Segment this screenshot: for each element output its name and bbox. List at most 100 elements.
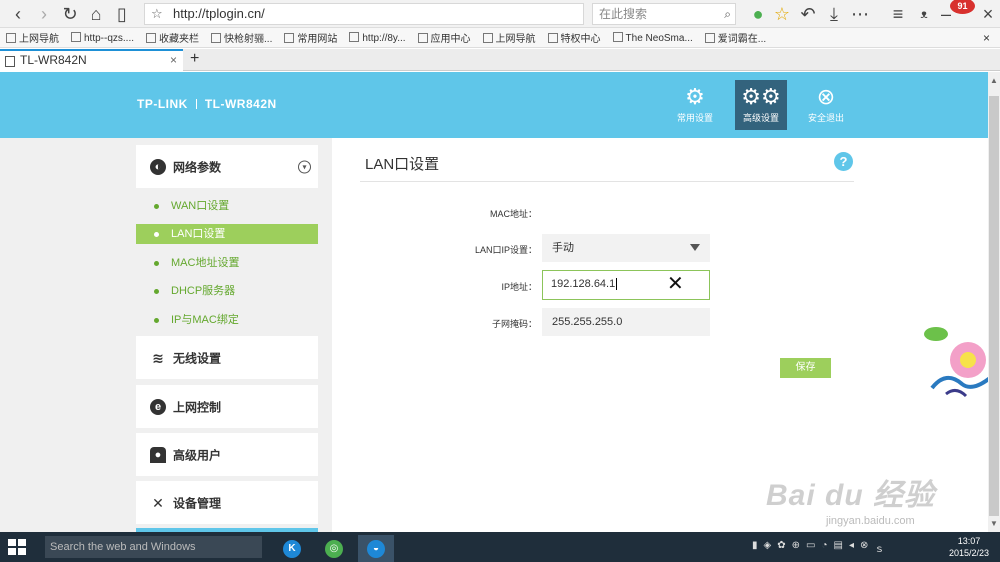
close-tab-icon[interactable]: × xyxy=(170,51,177,70)
url-text: http://tplogin.cn/ xyxy=(173,6,265,21)
chat-icon[interactable]: ◔ xyxy=(821,540,827,555)
taskbar-app-green[interactable]: ◎ xyxy=(316,535,352,562)
brand-logo: TP-LINK TL-WR842N xyxy=(137,97,277,111)
favorites-icon[interactable]: ☆ xyxy=(770,2,794,26)
volume-icon[interactable]: ◂ xyxy=(849,540,854,555)
download-icon[interactable]: ⤓ xyxy=(822,2,846,26)
basic-settings-button[interactable]: ⚙ 常用设置 xyxy=(669,80,721,130)
user-icon: ● xyxy=(150,446,166,463)
subnet-mask-input[interactable]: 255.255.255.0 xyxy=(542,308,710,336)
sidebar-item-wireless[interactable]: ≋ 无线设置 xyxy=(136,336,318,379)
taskbar-app-browser[interactable]: ◒ xyxy=(358,535,394,562)
save-button[interactable]: 保存 xyxy=(780,358,831,378)
tray-app-icon[interactable]: ⊕ xyxy=(792,540,800,555)
reader-icon[interactable]: ▯ xyxy=(110,2,134,26)
taskbar-app-k[interactable]: K xyxy=(274,535,310,562)
ipmode-label: LAN口IP设置： xyxy=(474,245,537,255)
bookmark-item[interactable]: 收藏夹栏 xyxy=(146,30,199,45)
close-bookmarks-icon[interactable]: × xyxy=(983,31,990,45)
security-icon[interactable]: ✿ xyxy=(777,540,785,555)
page-title: LAN口设置 xyxy=(365,156,440,173)
notification-badge: 91 xyxy=(950,0,975,14)
scroll-down-icon[interactable]: ▼ xyxy=(990,519,998,528)
sidebar-subitem-wan[interactable]: WAN口设置 xyxy=(136,196,318,216)
sidebar-subitem-dhcp[interactable]: DHCP服务器 xyxy=(136,281,318,301)
windows-start-icon[interactable] xyxy=(8,539,26,555)
network-icon[interactable]: ▤ xyxy=(834,540,843,555)
router-header: TP-LINK TL-WR842N ⚙ 常用设置 ⚙⚙ 高级设置 ⊗ 安全退出 xyxy=(0,72,988,138)
home-icon[interactable]: ⌂ xyxy=(84,2,108,26)
gear-icon: ⚙ xyxy=(685,84,705,109)
ie-icon: e xyxy=(150,398,166,415)
sidebar-item-internet-control[interactable]: e 上网控制 xyxy=(136,385,318,428)
bookmark-item[interactable]: 应用中心 xyxy=(417,30,471,45)
scroll-up-icon[interactable]: ▲ xyxy=(990,76,998,85)
ip-address-input[interactable]: 192.128.64.1 ✕ xyxy=(542,270,710,300)
undo-icon[interactable]: ↶ xyxy=(796,2,820,26)
forward-icon[interactable]: › xyxy=(32,2,56,26)
page-icon xyxy=(5,56,15,67)
mask-value: 255.255.255.0 xyxy=(552,316,623,328)
sidebar-subitem-ipmac[interactable]: IP与MAC绑定 xyxy=(136,310,318,330)
bookmark-item[interactable]: 上网导航 xyxy=(482,30,536,45)
dropdown-arrow-icon xyxy=(690,244,700,251)
sidebar-item-advanced-users[interactable]: ● 高级用户 xyxy=(136,433,318,476)
bookmark-item[interactable]: http--qzs.... xyxy=(71,31,134,44)
wechat-icon[interactable]: ● xyxy=(746,2,770,26)
shield-icon[interactable]: ◈ xyxy=(764,540,772,555)
search-icon[interactable]: ⌕ xyxy=(724,4,731,24)
sidebar-item-network[interactable]: ◐ 网络参数 ▾ xyxy=(136,145,318,188)
menu-icon[interactable]: ≡ xyxy=(886,2,910,26)
refresh-icon[interactable]: ↻ xyxy=(58,2,82,26)
bookmark-item[interactable]: http://8y... xyxy=(349,31,406,44)
scroll-thumb[interactable] xyxy=(989,96,999,516)
bookmark-item[interactable]: 快枪射骊... xyxy=(211,30,272,45)
help-icon[interactable]: ? xyxy=(834,152,853,171)
bookmark-item[interactable]: 特权中心 xyxy=(547,30,601,45)
globe-icon: ◐ xyxy=(150,158,166,175)
clock-time: 13:07 xyxy=(957,536,981,546)
sidebar-item-device-mgmt[interactable]: ✕ 设备管理 xyxy=(136,481,318,524)
tools-icon: ✕ xyxy=(152,494,164,511)
input-method-icon[interactable]: ｓ xyxy=(874,540,884,555)
divider xyxy=(360,181,854,182)
more-icon[interactable]: ⋯ xyxy=(848,2,872,26)
mask-label: 子网掩码： xyxy=(491,319,537,329)
search-input[interactable]: 在此搜索 ⌕ xyxy=(592,3,736,25)
logout-button[interactable]: ⊗ 安全退出 xyxy=(800,80,852,130)
user-icon[interactable]: ᴥ xyxy=(912,2,936,26)
bookmark-item[interactable]: The NeoSma... xyxy=(612,31,693,44)
keyboard-icon[interactable]: ▭ xyxy=(806,540,815,555)
bookmark-item[interactable]: 上网导航 xyxy=(6,30,59,45)
taskbar: Search the web and Windows K ◎ ◒ ▮ ◈ ✿ ⊕… xyxy=(0,532,1000,562)
model-name: TL-WR842N xyxy=(204,97,277,111)
gears-icon: ⚙⚙ xyxy=(741,84,781,109)
battery-icon[interactable]: ▮ xyxy=(752,540,758,555)
chevron-down-icon[interactable]: ▾ xyxy=(298,160,311,173)
bookmarks-bar: 上网导航 http--qzs.... 收藏夹栏 快枪射骊... 常用网站 htt… xyxy=(0,28,1000,48)
ip-value: 192.128.64.1 xyxy=(551,278,616,290)
tab-router[interactable]: TL-WR842N × xyxy=(0,49,183,71)
favorite-star-icon[interactable]: ☆ xyxy=(151,4,163,24)
brand-name: TP-LINK xyxy=(137,97,188,111)
scrollbar[interactable]: ▲ ▼ xyxy=(988,72,1000,532)
sidebar-subitem-lan[interactable]: LAN口设置 xyxy=(136,224,318,244)
system-tray: ▮ ◈ ✿ ⊕ ▭ ◔ ▤ ◂ ⊗ ｓ xyxy=(752,540,884,555)
ipmode-select[interactable]: 手动 xyxy=(542,234,710,262)
mute-icon[interactable]: ⊗ xyxy=(860,540,868,555)
taskbar-search[interactable]: Search the web and Windows xyxy=(45,536,262,558)
bookmark-item[interactable]: 常用网站 xyxy=(284,30,337,45)
clock[interactable]: 13:07 2015/2/23 xyxy=(944,535,994,559)
back-icon[interactable]: ‹ xyxy=(6,2,30,26)
new-tab-button[interactable]: + xyxy=(190,49,199,69)
advanced-settings-button[interactable]: ⚙⚙ 高级设置 xyxy=(735,80,787,130)
watermark-url: jingyan.baidu.com xyxy=(826,515,915,527)
clear-icon[interactable]: ✕ xyxy=(667,271,684,297)
bookmark-item[interactable]: 爱词霸在... xyxy=(704,30,766,45)
close-window-icon[interactable]: × xyxy=(976,2,1000,26)
address-bar[interactable]: ☆ http://tplogin.cn/ xyxy=(144,3,584,25)
watermark-logo: Bai du 经验 xyxy=(766,479,936,512)
mac-label: MAC地址： xyxy=(490,209,537,219)
search-placeholder: 在此搜索 xyxy=(599,7,648,21)
sidebar-subitem-mac[interactable]: MAC地址设置 xyxy=(136,253,318,273)
